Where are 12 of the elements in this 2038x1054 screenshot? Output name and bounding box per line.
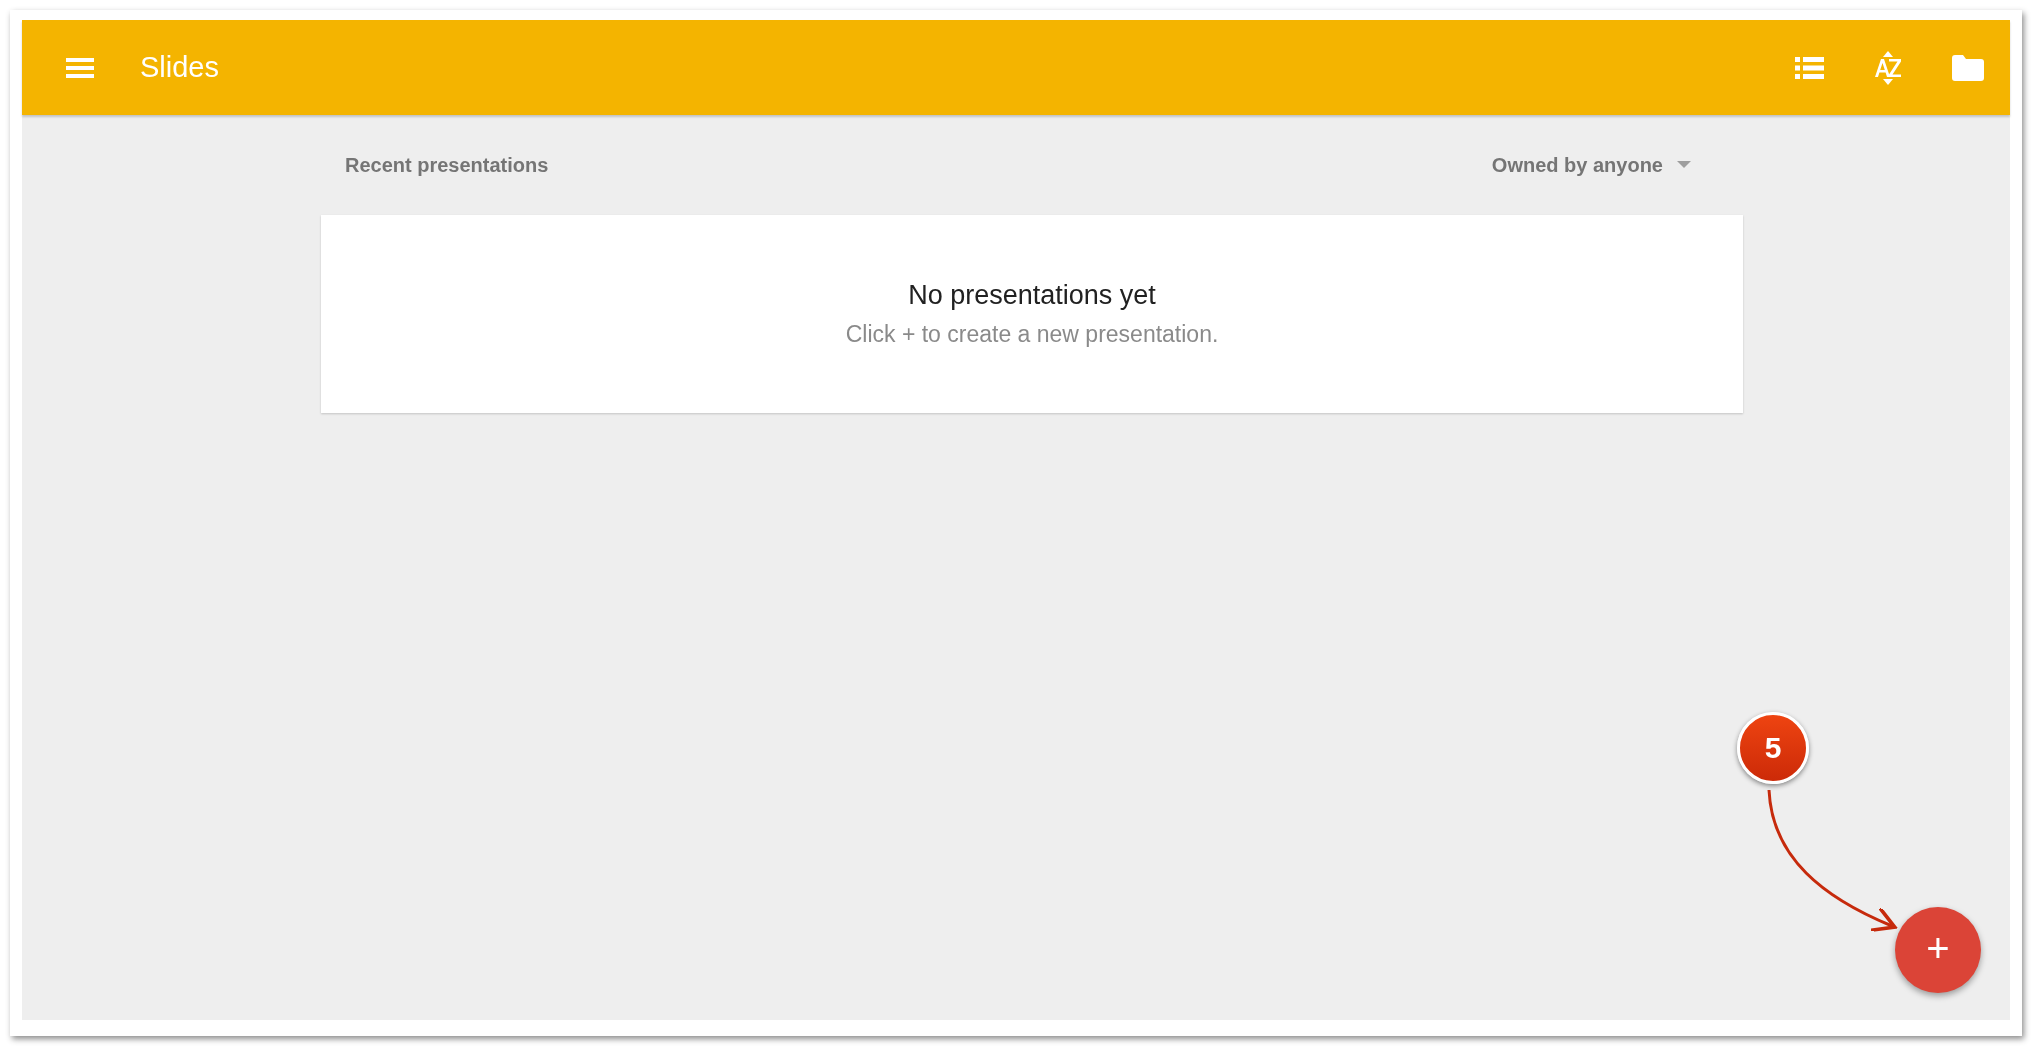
- owner-filter-dropdown[interactable]: Owned by anyone: [1487, 149, 1695, 181]
- list-icon: [1795, 55, 1824, 80]
- folder-icon: [1952, 54, 1984, 81]
- sort-az-icon: [1874, 50, 1902, 85]
- menu-icon: [66, 56, 94, 79]
- empty-state-heading: No presentations yet: [908, 280, 1156, 311]
- step-number-badge: 5: [1737, 712, 1809, 784]
- dropdown-caret-icon: [1677, 161, 1691, 169]
- empty-state-message: Click + to create a new presentation.: [845, 321, 1219, 348]
- create-button[interactable]: +: [1895, 907, 1981, 993]
- app-title: Slides: [140, 51, 219, 84]
- section-title: Recent presentations: [345, 153, 549, 177]
